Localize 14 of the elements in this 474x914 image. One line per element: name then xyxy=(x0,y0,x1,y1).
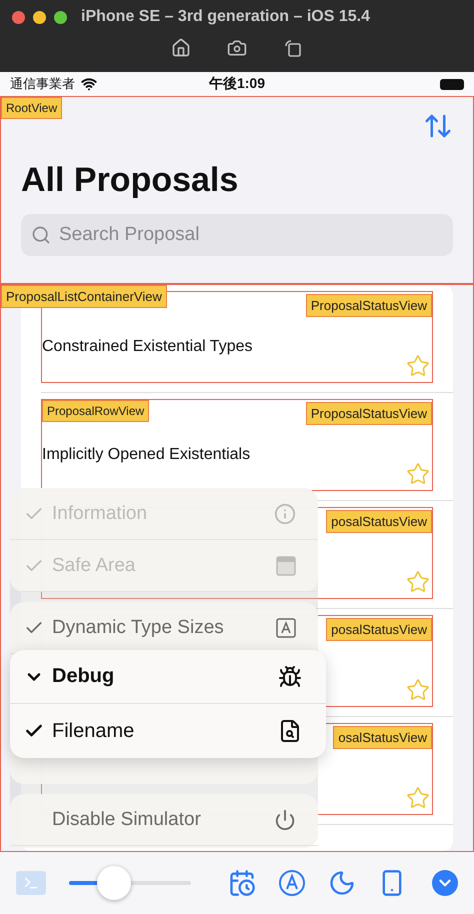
proposal-title: Implicitly Opened Existentials xyxy=(42,446,252,464)
debug-tag: posalStatusView xyxy=(326,510,432,533)
debug-tag: ProposalStatusView xyxy=(306,294,432,317)
debug-tag: RootView xyxy=(1,97,62,119)
carrier-name: 通信事業者 xyxy=(10,75,75,93)
debug-tag: osalStatusView xyxy=(333,726,432,749)
debug-tag: ProposalRowView xyxy=(42,400,150,422)
proposal-title: Constrained Existential Types xyxy=(42,338,254,356)
debug-tag: posalStatusView xyxy=(326,618,432,641)
debug-tag: ProposalListContainerView xyxy=(1,285,167,308)
debug-tag: ProposalStatusView xyxy=(306,402,432,425)
status-time: 午後1:09 xyxy=(208,75,266,93)
page-title: All Proposals xyxy=(21,161,240,200)
window-title: iPhone SE – 3rd generation – iOS 15.4 xyxy=(81,8,370,26)
